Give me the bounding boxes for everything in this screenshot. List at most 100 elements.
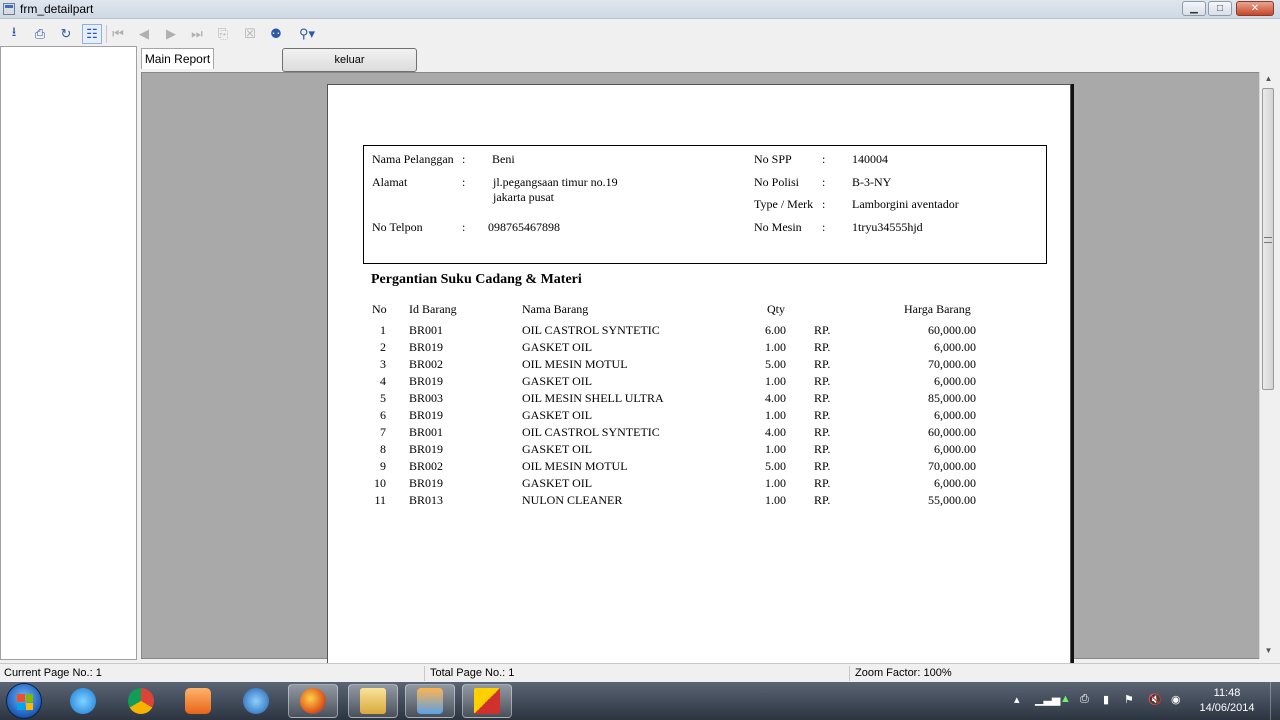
flag-icon[interactable]: ⚑	[1124, 693, 1134, 706]
visual-studio-icon[interactable]	[231, 684, 281, 718]
colon: :	[462, 220, 466, 234]
table-row: 6 BR019 GASKET OIL 1.00 RP. 6,000.00	[328, 408, 1072, 425]
last-page-icon[interactable]: ⏭	[187, 24, 207, 44]
row-no: 8	[380, 442, 386, 456]
media-player-icon[interactable]	[173, 684, 223, 718]
show-desktop-button[interactable]	[1270, 682, 1280, 720]
zoom-status: Zoom Factor: 100%	[855, 667, 952, 679]
group-tree-icon[interactable]: ☷	[82, 24, 102, 44]
clock[interactable]: 11:48 14/06/2014	[1192, 686, 1262, 716]
prev-page-icon[interactable]: ◀	[134, 24, 154, 44]
chrome-icon[interactable]	[116, 684, 166, 718]
row-currency: RP.	[814, 340, 831, 354]
tool-app-icon[interactable]	[405, 684, 455, 718]
row-nama-barang: GASKET OIL	[522, 442, 593, 456]
table-row: 2 BR019 GASKET OIL 1.00 RP. 6,000.00	[328, 340, 1072, 357]
row-harga: 85,000.00	[928, 391, 976, 405]
signal-icon[interactable]: ▁▃▅	[1035, 693, 1060, 706]
no-telpon-value: 098765467898	[488, 220, 560, 234]
zoom-icon[interactable]: ⚲▾	[292, 24, 322, 44]
table-row: 10 BR019 GASKET OIL 1.00 RP. 6,000.00	[328, 476, 1072, 493]
status-divider	[424, 666, 425, 681]
app-tray-icon[interactable]: ◉	[1171, 693, 1181, 706]
table-row: 11 BR013 NULON CLEANER 1.00 RP. 55,000.00	[328, 493, 1072, 510]
scroll-up-icon[interactable]: ▲	[1260, 72, 1277, 86]
no-spp-label: No SPP	[754, 152, 792, 166]
total-page-status: Total Page No.: 1	[430, 667, 515, 679]
row-qty: 1.00	[765, 493, 786, 507]
battery-icon[interactable]: ▮	[1103, 693, 1109, 706]
internet-explorer-icon[interactable]	[58, 684, 108, 718]
row-currency: RP.	[814, 374, 831, 388]
row-currency: RP.	[814, 493, 831, 507]
alamat-value-line1: jl.pegangsaan timur no.19	[493, 175, 618, 189]
vertical-scrollbar[interactable]: ▲ ▼	[1259, 72, 1276, 659]
row-nama-barang: OIL CASTROL SYNTETIC	[522, 323, 660, 337]
row-nama-barang: OIL MESIN MOTUL	[522, 459, 628, 473]
row-qty: 1.00	[765, 374, 786, 388]
nama-pelanggan-value: Beni	[492, 152, 515, 166]
colon: :	[462, 152, 466, 166]
close-button[interactable]: ✕	[1236, 1, 1274, 16]
row-nama-barang: GASKET OIL	[522, 340, 593, 354]
row-currency: RP.	[814, 408, 831, 422]
row-nama-barang: GASKET OIL	[522, 374, 593, 388]
row-no: 4	[380, 374, 386, 388]
row-id-barang: BR019	[409, 476, 444, 490]
print-icon[interactable]: ⎙	[30, 24, 50, 44]
goto-page-icon[interactable]: ⎘	[213, 24, 233, 44]
row-id-barang: BR019	[409, 408, 444, 422]
keluar-button[interactable]: keluar	[282, 48, 417, 72]
device-icon[interactable]: ⎙	[1080, 693, 1089, 706]
column-header-qty: Qty	[767, 302, 785, 316]
row-harga: 55,000.00	[928, 493, 976, 507]
row-harga: 6,000.00	[934, 442, 976, 456]
show-hidden-icons-icon[interactable]: ▴	[1014, 693, 1020, 706]
taskbar: ▴ ▁▃▅ ▲ ⎙ ▮ ⚑ 🔇 ◉ 11:48 14/06/2014	[0, 682, 1280, 720]
tab-main-report[interactable]: Main Report	[141, 48, 214, 69]
table-row: 8 BR019 GASKET OIL 1.00 RP. 6,000.00	[328, 442, 1072, 459]
section-title: Pergantian Suku Cadang & Materi	[371, 272, 582, 287]
colon: :	[822, 220, 826, 234]
report-page: Nama Pelanggan : Beni Alamat : jl.pegang…	[327, 84, 1071, 664]
nama-pelanggan-label: Nama Pelanggan	[372, 152, 454, 166]
table-row: 3 BR002 OIL MESIN MOTUL 5.00 RP. 70,000.00	[328, 357, 1072, 374]
row-id-barang: BR001	[409, 323, 444, 337]
firefox-icon[interactable]	[288, 684, 338, 718]
group-tree-panel[interactable]	[0, 46, 137, 660]
row-harga: 70,000.00	[928, 459, 976, 473]
row-id-barang: BR001	[409, 425, 444, 439]
row-qty: 6.00	[765, 323, 786, 337]
row-currency: RP.	[814, 459, 831, 473]
colon: :	[462, 175, 466, 189]
next-page-icon[interactable]: ▶	[161, 24, 181, 44]
start-button[interactable]	[6, 683, 42, 719]
row-no: 11	[374, 493, 386, 507]
row-no: 6	[380, 408, 386, 422]
row-currency: RP.	[814, 391, 831, 405]
maximize-button[interactable]: □	[1208, 1, 1232, 16]
windows-logo-icon	[17, 694, 33, 710]
type-merk-value: Lamborgini aventador	[852, 197, 959, 211]
volume-muted-icon[interactable]: 🔇	[1148, 693, 1162, 706]
row-qty: 4.00	[765, 425, 786, 439]
minimize-button[interactable]: ▁	[1182, 1, 1206, 16]
refresh-icon[interactable]: ↻	[56, 24, 76, 44]
app-icon	[3, 3, 15, 15]
export-icon[interactable]: ⭳	[4, 24, 24, 44]
search-icon[interactable]: ⚉	[266, 24, 286, 44]
scroll-down-icon[interactable]: ▼	[1260, 644, 1277, 658]
clock-time: 11:48	[1213, 687, 1241, 699]
stop-icon[interactable]: ☒	[240, 24, 260, 44]
row-harga: 60,000.00	[928, 425, 976, 439]
first-page-icon[interactable]: ⏮	[108, 24, 128, 44]
row-id-barang: BR002	[409, 357, 444, 371]
alamat-value-line2: jakarta pusat	[493, 190, 554, 204]
network-icon[interactable]: ▲	[1060, 693, 1071, 705]
report-app-icon[interactable]	[462, 684, 512, 718]
status-bar: Current Page No.: 1 Total Page No.: 1 Zo…	[0, 663, 1280, 682]
row-qty: 1.00	[765, 340, 786, 354]
row-id-barang: BR003	[409, 391, 444, 405]
colon: :	[822, 175, 826, 189]
file-explorer-icon[interactable]	[348, 684, 398, 718]
